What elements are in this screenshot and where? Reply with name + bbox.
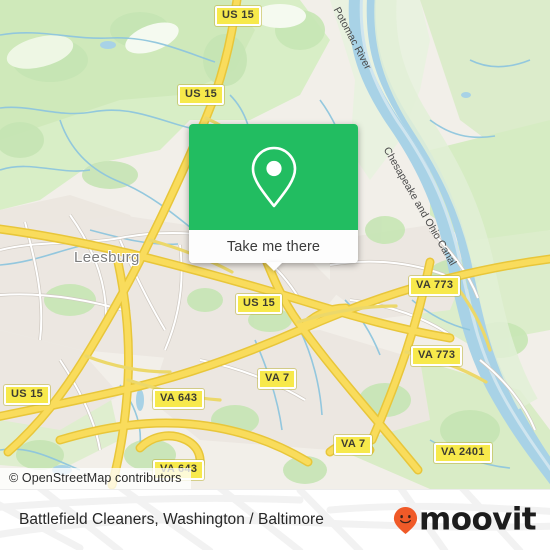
road-shield-us-15: US 15 <box>215 6 262 26</box>
road-shield-us-15: US 15 <box>178 85 225 105</box>
popup-tail-pointer <box>264 262 283 271</box>
moovit-wordmark: moovit <box>419 501 537 538</box>
location-popup-card[interactable]: Take me there <box>189 124 358 271</box>
map-canvas[interactable]: Leesburg Potomac River Chesapeake and Oh… <box>0 0 550 489</box>
take-me-there-label: Take me there <box>226 238 321 255</box>
road-shield-va-773: VA 773 <box>409 276 461 296</box>
road-shield-us-15: US 15 <box>236 294 283 314</box>
road-shield-us-15: US 15 <box>4 385 51 405</box>
bottom-info-bar: Battlefield Cleaners, Washington / Balti… <box>0 489 550 550</box>
road-shield-va-643: VA 643 <box>153 389 205 409</box>
road-shield-va-2401: VA 2401 <box>434 443 492 463</box>
road-shield-va-7: VA 7 <box>334 435 373 455</box>
popup-icon-area <box>189 124 358 230</box>
moovit-smiley-pin-icon <box>393 506 418 534</box>
page-title: Battlefield Cleaners, Washington / Balti… <box>19 511 324 528</box>
map-pin-icon <box>251 146 296 208</box>
map-place-label-leesburg: Leesburg <box>74 249 140 266</box>
road-shield-va-773: VA 773 <box>411 346 463 366</box>
take-me-there-button[interactable]: Take me there <box>189 230 358 271</box>
osm-attribution[interactable]: © OpenStreetMap contributors <box>0 468 191 489</box>
road-shield-va-7: VA 7 <box>258 369 297 389</box>
moovit-logo: moovit <box>393 501 537 538</box>
